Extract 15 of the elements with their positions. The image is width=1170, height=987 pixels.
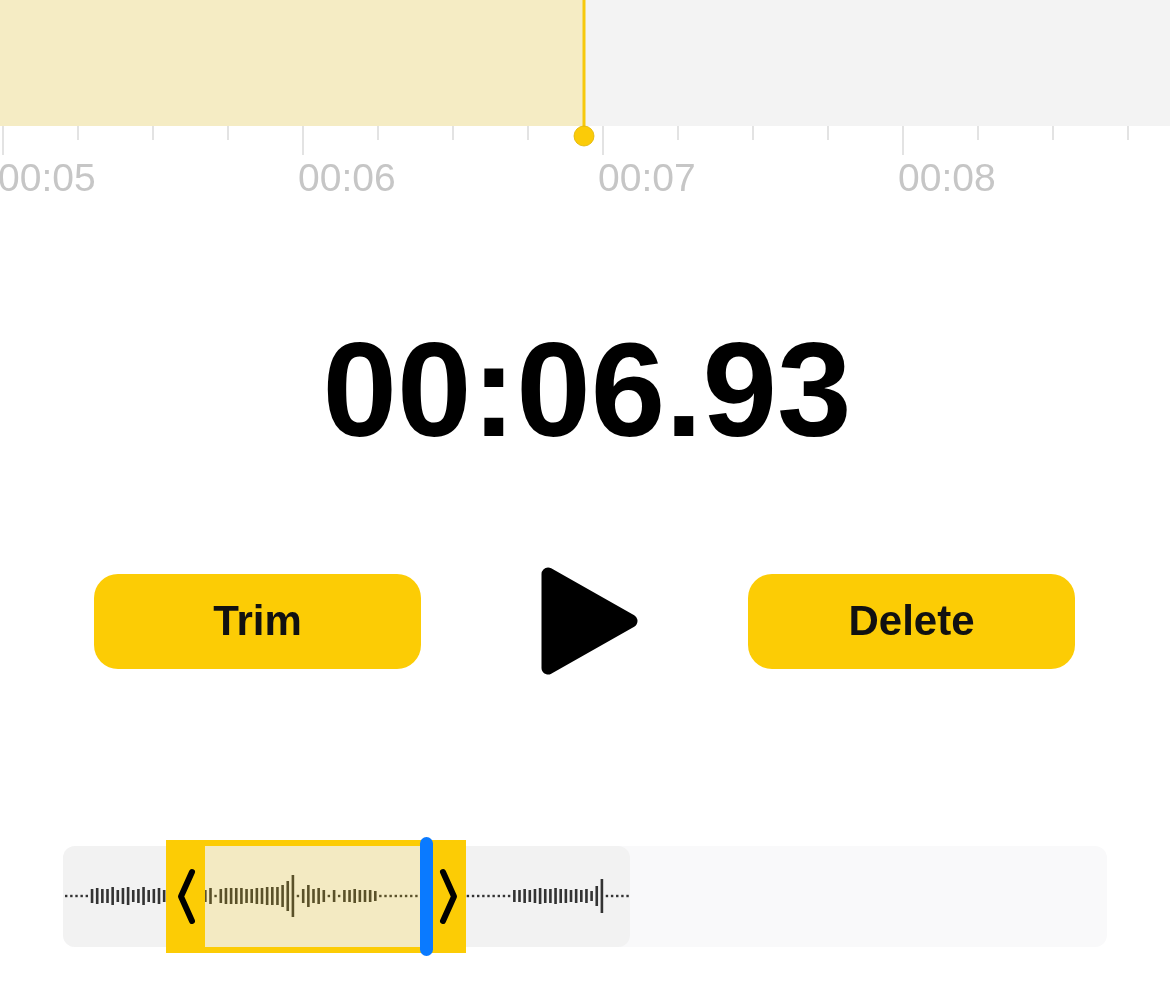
time-label: 00:05 <box>0 158 96 197</box>
playhead-marker[interactable] <box>572 0 595 147</box>
time-label: 00:08 <box>898 158 996 197</box>
scrubber-track[interactable] <box>63 837 1107 956</box>
time-label: 00:06 <box>298 158 396 197</box>
elapsed-time: 00:06.93 <box>321 323 852 457</box>
right-trim-handle[interactable] <box>432 840 466 953</box>
chevron-right-icon <box>439 868 459 925</box>
play-icon <box>541 567 638 675</box>
time-label: 00:07 <box>598 158 696 197</box>
trim-button[interactable]: Trim <box>94 573 421 669</box>
play-button[interactable] <box>541 567 638 675</box>
chevron-left-icon <box>175 868 196 925</box>
delete-button[interactable]: Delete <box>748 573 1075 669</box>
left-trim-handle[interactable] <box>166 840 205 953</box>
